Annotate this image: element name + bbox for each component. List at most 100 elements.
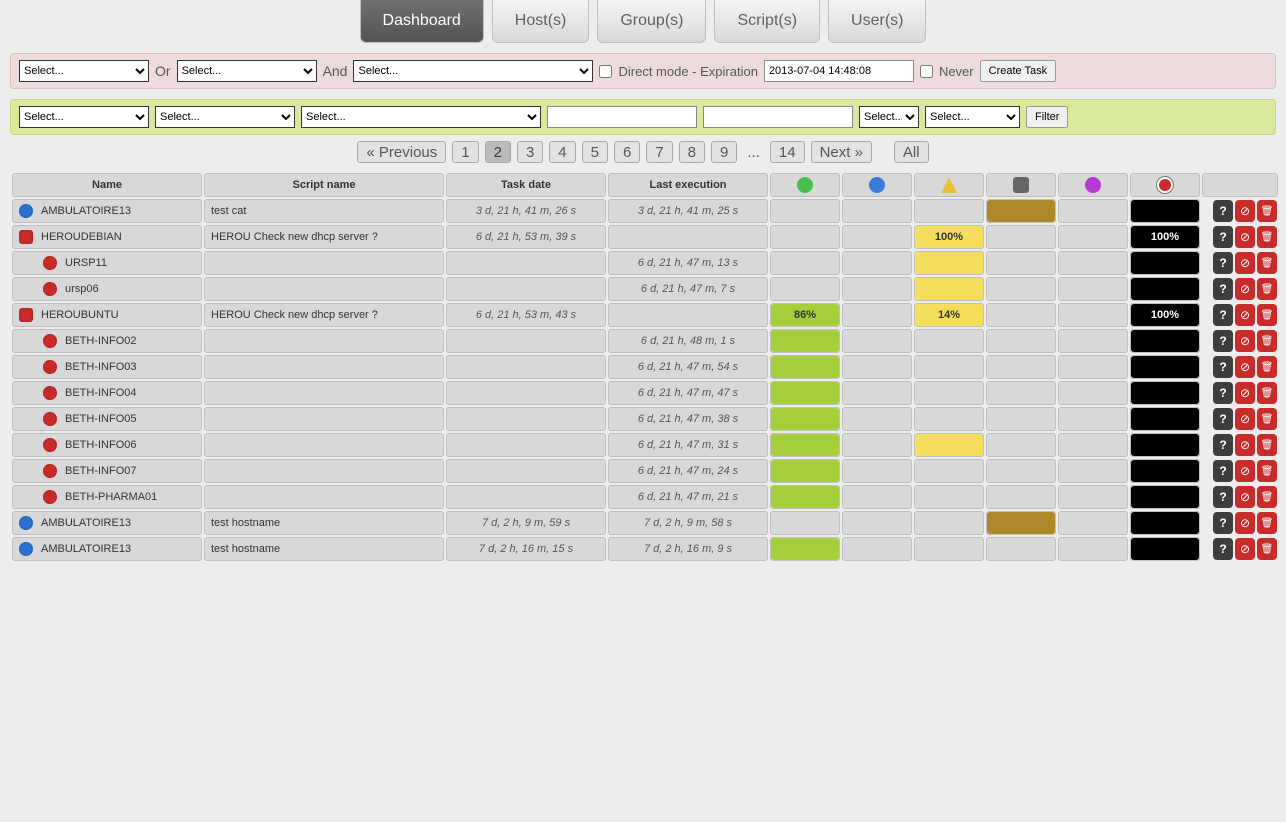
pager-page-1[interactable]: 1 [452, 141, 478, 163]
col-header[interactable]: Last execution [608, 173, 768, 197]
pager-all[interactable]: All [894, 141, 929, 163]
delete-button[interactable] [1257, 434, 1277, 456]
tab-hosts[interactable]: Host(s) [492, 0, 590, 43]
pager-page-2[interactable]: 2 [485, 141, 511, 163]
name-cell[interactable]: HEROUBUNTU [12, 303, 202, 327]
edit-button[interactable] [1235, 408, 1255, 430]
col-header[interactable]: Script name [204, 173, 444, 197]
status-cell [842, 511, 912, 535]
pager-page-3[interactable]: 3 [517, 141, 543, 163]
edit-button[interactable] [1235, 356, 1255, 378]
pager-page-4[interactable]: 4 [549, 141, 575, 163]
info-button[interactable] [1213, 538, 1233, 560]
delete-button[interactable] [1257, 278, 1277, 300]
select-1[interactable]: Select... [19, 60, 149, 82]
pager-page-14[interactable]: 14 [770, 141, 805, 163]
filter-select-3[interactable]: Select... [301, 106, 541, 128]
delete-button[interactable] [1257, 356, 1277, 378]
tab-scripts[interactable]: Script(s) [714, 0, 820, 43]
name-cell[interactable]: BETH-INFO07 [12, 459, 202, 483]
col-header[interactable]: Name [12, 173, 202, 197]
info-button[interactable] [1213, 252, 1233, 274]
edit-button[interactable] [1235, 512, 1255, 534]
name-cell[interactable]: AMBULATOIRE13 [12, 511, 202, 535]
pager-page-5[interactable]: 5 [582, 141, 608, 163]
info-button[interactable] [1213, 512, 1233, 534]
name-cell[interactable]: BETH-INFO02 [12, 329, 202, 353]
filter-select-4[interactable]: Select... [859, 106, 919, 128]
edit-button[interactable] [1235, 382, 1255, 404]
pager-next[interactable]: Next » [811, 141, 872, 163]
name-cell[interactable]: BETH-PHARMA01 [12, 485, 202, 509]
select-2[interactable]: Select... [177, 60, 317, 82]
delete-button[interactable] [1257, 382, 1277, 404]
filter-select-1[interactable]: Select... [19, 106, 149, 128]
create-task-button[interactable]: Create Task [980, 60, 1057, 82]
status-col-icon[interactable] [986, 173, 1056, 197]
status-col-icon[interactable] [770, 173, 840, 197]
name-cell[interactable]: BETH-INFO06 [12, 433, 202, 457]
name-cell[interactable]: AMBULATOIRE13 [12, 537, 202, 561]
info-button[interactable] [1213, 200, 1233, 222]
info-button[interactable] [1213, 382, 1233, 404]
delete-button[interactable] [1257, 304, 1277, 326]
info-button[interactable] [1213, 460, 1233, 482]
status-col-icon[interactable] [1058, 173, 1128, 197]
name-cell[interactable]: BETH-INFO05 [12, 407, 202, 431]
edit-button[interactable] [1235, 486, 1255, 508]
delete-button[interactable] [1257, 460, 1277, 482]
edit-button[interactable] [1235, 252, 1255, 274]
status-col-icon[interactable] [914, 173, 984, 197]
filter-button[interactable]: Filter [1026, 106, 1068, 128]
delete-button[interactable] [1257, 486, 1277, 508]
edit-button[interactable] [1235, 200, 1255, 222]
expiration-input[interactable] [764, 60, 914, 82]
name-cell[interactable]: HEROUDEBIAN [12, 225, 202, 249]
col-header[interactable]: Task date [446, 173, 606, 197]
delete-button[interactable] [1257, 512, 1277, 534]
edit-button[interactable] [1235, 538, 1255, 560]
edit-button[interactable] [1235, 330, 1255, 352]
select-3[interactable]: Select... [353, 60, 593, 82]
info-button[interactable] [1213, 278, 1233, 300]
filter-text-1[interactable] [547, 106, 697, 128]
name-cell[interactable]: BETH-INFO04 [12, 381, 202, 405]
never-checkbox[interactable] [920, 65, 933, 78]
filter-select-2[interactable]: Select... [155, 106, 295, 128]
status-col-icon[interactable] [842, 173, 912, 197]
pager-page-7[interactable]: 7 [646, 141, 672, 163]
info-button[interactable] [1213, 330, 1233, 352]
tab-users[interactable]: User(s) [828, 0, 926, 43]
pager-page-9[interactable]: 9 [711, 141, 737, 163]
delete-button[interactable] [1257, 538, 1277, 560]
delete-button[interactable] [1257, 200, 1277, 222]
info-button[interactable] [1213, 434, 1233, 456]
edit-button[interactable] [1235, 278, 1255, 300]
direct-mode-checkbox[interactable] [599, 65, 612, 78]
edit-button[interactable] [1235, 460, 1255, 482]
info-button[interactable] [1213, 226, 1233, 248]
status-col-icon[interactable] [1130, 173, 1200, 197]
name-cell[interactable]: BETH-INFO03 [12, 355, 202, 379]
filter-text-2[interactable] [703, 106, 853, 128]
delete-button[interactable] [1257, 226, 1277, 248]
tab-groups[interactable]: Group(s) [597, 0, 706, 43]
edit-button[interactable] [1235, 304, 1255, 326]
delete-button[interactable] [1257, 408, 1277, 430]
info-button[interactable] [1213, 486, 1233, 508]
pager-page-6[interactable]: 6 [614, 141, 640, 163]
name-cell[interactable]: ursp06 [12, 277, 202, 301]
edit-button[interactable] [1235, 434, 1255, 456]
delete-button[interactable] [1257, 252, 1277, 274]
name-cell[interactable]: AMBULATOIRE13 [12, 199, 202, 223]
filter-select-5[interactable]: Select... [925, 106, 1020, 128]
info-button[interactable] [1213, 356, 1233, 378]
info-button[interactable] [1213, 304, 1233, 326]
delete-button[interactable] [1257, 330, 1277, 352]
pager-page-8[interactable]: 8 [679, 141, 705, 163]
pager-prev[interactable]: « Previous [357, 141, 446, 163]
tab-dashboard[interactable]: Dashboard [360, 0, 484, 43]
name-cell[interactable]: URSP11 [12, 251, 202, 275]
edit-button[interactable] [1235, 226, 1255, 248]
info-button[interactable] [1213, 408, 1233, 430]
